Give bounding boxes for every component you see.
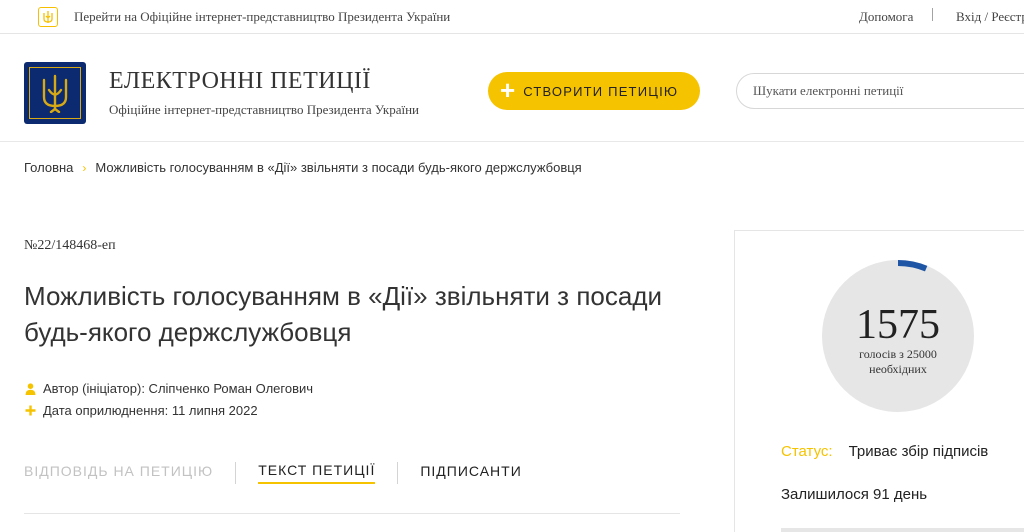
petition-tabs: ВІДПОВІДЬ НА ПЕТИЦІЮ ТЕКСТ ПЕТИЦІЇ ПІДПИ… <box>24 462 522 484</box>
create-petition-label: СТВОРИТИ ПЕТИЦІЮ <box>523 83 679 99</box>
petition-author: Автор (ініціатор): Сліпченко Роман Олего… <box>24 381 313 396</box>
plus-icon: + <box>500 74 516 105</box>
petition-sidebar: 1575 голосів з 25000 необхідних Статус: … <box>734 230 1024 532</box>
sidebar-panel-bottom <box>781 528 1024 532</box>
petition-date: Дата оприлюднення: 11 липня 2022 <box>24 403 258 418</box>
breadcrumb-current: Можливість голосуванням в «Дії» звільнят… <box>95 160 582 175</box>
person-icon <box>24 382 36 395</box>
status-label: Статус: <box>781 443 833 460</box>
site-header: ЕЛЕКТРОННІ ПЕТИЦІЇ Офіційне інтернет-пре… <box>0 34 1024 142</box>
trident-icon <box>38 7 58 27</box>
tab-divider <box>397 462 399 484</box>
days-remaining: Залишилося 91 день <box>781 486 928 503</box>
login-link[interactable]: Вхід / Реєстрація <box>956 9 1024 25</box>
search-input[interactable] <box>736 73 1024 109</box>
breadcrumb-separator: › <box>82 160 87 175</box>
content-divider <box>24 513 680 514</box>
president-site-link[interactable]: Перейти на Офіційне інтернет-представниц… <box>38 7 450 27</box>
petition-number: №22/148468-еп <box>24 238 116 253</box>
trident-emblem-icon[interactable] <box>24 62 86 124</box>
breadcrumb: Головна › Можливість голосуванням в «Дії… <box>24 160 582 175</box>
votes-count: 1575 <box>856 302 940 348</box>
top-bar: Перейти на Офіційне інтернет-представниц… <box>0 0 1024 34</box>
petition-status: Статус: Триває збір підписів <box>781 443 988 460</box>
votes-progress-circle: 1575 голосів з 25000 необхідних <box>820 258 976 414</box>
tab-divider <box>235 462 237 484</box>
tab-petition-text[interactable]: ТЕКСТ ПЕТИЦІЇ <box>258 462 376 484</box>
tab-signers[interactable]: ПІДПИСАНТИ <box>420 463 521 483</box>
petition-author-text: Автор (ініціатор): Сліпченко Роман Олего… <box>43 381 314 396</box>
create-petition-button[interactable]: + СТВОРИТИ ПЕТИЦІЮ <box>488 72 700 110</box>
petition-title: Можливість голосуванням в «Дії» звільнят… <box>24 281 663 347</box>
petition-date-text: Дата оприлюднення: 11 липня 2022 <box>43 403 258 418</box>
votes-label: голосів з 25000 необхідних <box>859 347 937 376</box>
breadcrumb-home[interactable]: Головна <box>24 160 73 175</box>
site-title[interactable]: ЕЛЕКТРОННІ ПЕТИЦІЇ <box>109 68 371 95</box>
status-value: Триває збір підписів <box>848 443 989 460</box>
plus-icon <box>24 405 36 417</box>
site-subtitle: Офіційне інтернет-представництво Президе… <box>109 102 420 117</box>
help-link[interactable]: Допомога <box>859 9 913 25</box>
president-site-link-label[interactable]: Перейти на Офіційне інтернет-представниц… <box>74 9 450 25</box>
topbar-separator: | <box>931 6 935 22</box>
tab-response[interactable]: ВІДПОВІДЬ НА ПЕТИЦІЮ <box>24 463 213 483</box>
